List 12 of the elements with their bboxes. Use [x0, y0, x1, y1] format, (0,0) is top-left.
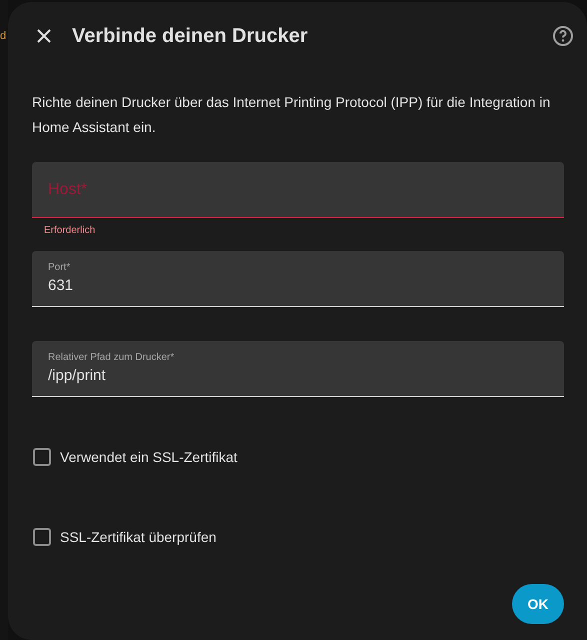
checkbox-label[interactable]: SSL-Zertifikat überprüfen: [60, 526, 216, 548]
checkbox-label[interactable]: Verwendet ein SSL-Zertifikat: [60, 446, 238, 468]
dialog-title: Verbinde deinen Drucker: [72, 24, 308, 49]
help-icon[interactable]: [551, 24, 575, 48]
checkbox[interactable]: [33, 448, 51, 466]
input-field[interactable]: Port* 631: [32, 251, 564, 307]
checkbox[interactable]: [33, 528, 51, 546]
description-text: Richte deinen Drucker über das Internet Printing Protocol (IPP) für die Integration in Home Assistant ein.: [32, 93, 552, 137]
background-text: d: [0, 29, 6, 44]
error-text: Erforderlich: [44, 224, 96, 237]
close-icon[interactable]: [36, 28, 52, 44]
input-field[interactable]: Relativer Pfad zum Drucker* /ipp/print: [32, 341, 564, 397]
